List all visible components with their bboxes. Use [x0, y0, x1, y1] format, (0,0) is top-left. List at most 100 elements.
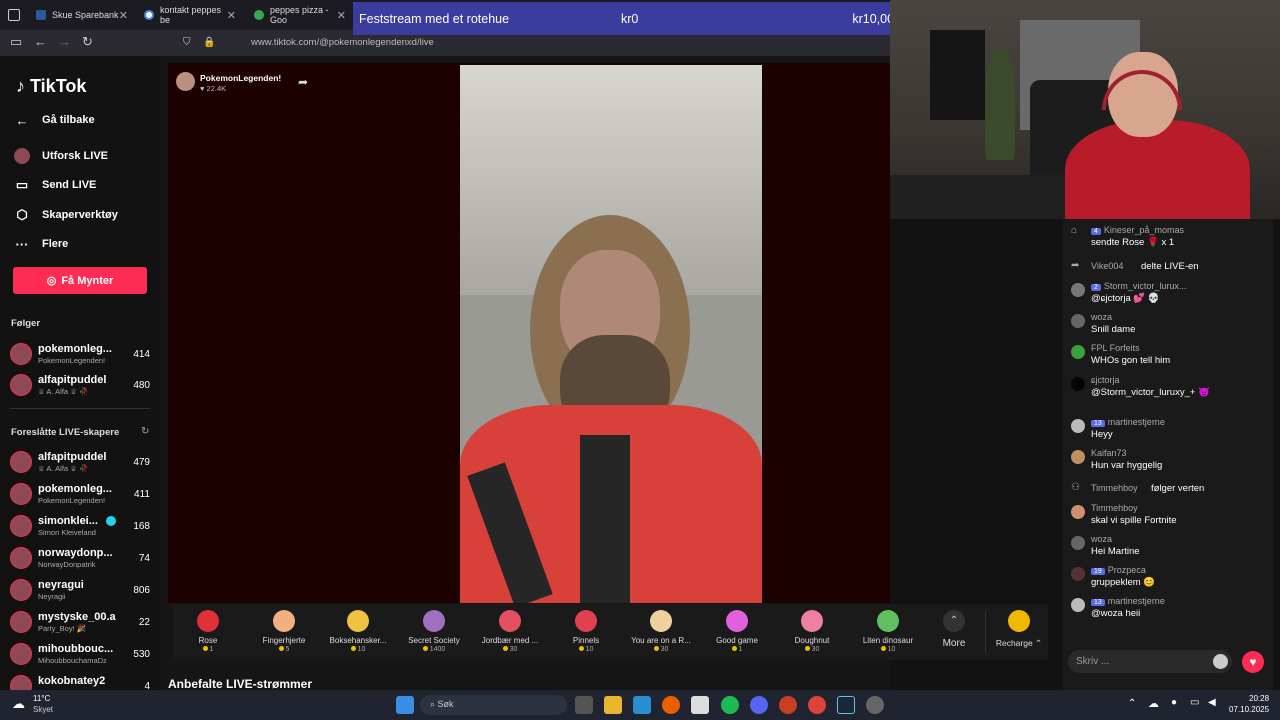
- settings-icon[interactable]: [866, 696, 884, 714]
- share-icon[interactable]: ➦: [298, 75, 308, 89]
- recharge-button[interactable]: Recharge ⌃: [987, 604, 1051, 660]
- host-avatar[interactable]: [176, 72, 195, 91]
- cloud-sync-icon[interactable]: ☁: [1148, 697, 1159, 710]
- viewer-count: 530: [133, 649, 150, 660]
- finger-heart-icon: [273, 610, 295, 632]
- photos-icon[interactable]: [633, 696, 651, 714]
- browser-tab-peppes[interactable]: peppes pizza - Goo ✕: [248, 3, 352, 27]
- avatar[interactable]: [1071, 419, 1085, 433]
- chevron-up-icon[interactable]: ⌃: [1128, 698, 1136, 709]
- chat-username[interactable]: woza: [1091, 534, 1112, 544]
- suggested-item[interactable]: neyragui Neyragii 806: [10, 577, 155, 605]
- live-video[interactable]: [460, 65, 762, 603]
- sidebar-item-more[interactable]: ··· Flere: [14, 236, 69, 252]
- sidebar-item-go-live[interactable]: ▭ Send LIVE: [14, 177, 97, 193]
- close-tab-icon[interactable]: ✕: [119, 9, 128, 22]
- sidebar-toggle-icon[interactable]: ▭: [10, 34, 22, 50]
- chat-input[interactable]: Skriv ...: [1068, 650, 1232, 673]
- avatar[interactable]: [1071, 505, 1085, 519]
- clock-time[interactable]: 20:28: [1249, 694, 1269, 703]
- gift-doughnut[interactable]: Doughnut 30: [780, 604, 844, 660]
- chat-username[interactable]: ɕjctorja: [1091, 375, 1120, 385]
- browser-tab-kontakt[interactable]: kontakt peppes be ✕: [138, 3, 242, 27]
- tab-overview-icon[interactable]: [8, 9, 20, 21]
- suggested-item[interactable]: mihoubbouc... MihoubbouchamaDz 530: [10, 641, 155, 669]
- refresh-icon[interactable]: ↻: [141, 426, 149, 437]
- chat-username[interactable]: 19 Prozpeca: [1091, 565, 1146, 575]
- avatar[interactable]: [1071, 567, 1085, 581]
- gift-good-game[interactable]: Good game 1: [705, 604, 769, 660]
- following-item[interactable]: alfapitpuddel ♕ A. Alfa ♕ 🥀 480: [10, 372, 155, 400]
- weather-temp[interactable]: 11°C: [33, 694, 50, 703]
- avatar[interactable]: [1071, 536, 1085, 550]
- gift-you-are-on-a-roll[interactable]: You are on a R... 30: [629, 604, 693, 660]
- discord-icon[interactable]: [750, 696, 768, 714]
- emoji-icon[interactable]: [1213, 654, 1228, 669]
- suggested-item[interactable]: norwaydonp... NorwayDonpatrik 74: [10, 545, 155, 573]
- chat-username[interactable]: FPL Forfeits: [1091, 343, 1140, 353]
- windows-start-icon[interactable]: [396, 696, 414, 714]
- avatar[interactable]: [1071, 345, 1085, 359]
- more-gifts-button[interactable]: ⌃ More: [922, 604, 986, 660]
- suggested-item[interactable]: simonklei... Simon Kleiveland 168: [10, 513, 155, 541]
- gift-pinnels[interactable]: Pinnels 10: [554, 604, 618, 660]
- avatar[interactable]: [1071, 598, 1085, 612]
- gift-finger-heart[interactable]: Fingerhjerte 5: [252, 604, 316, 660]
- get-coins-button[interactable]: ◎ Få Mynter: [13, 267, 147, 294]
- app-icon[interactable]: [691, 696, 709, 714]
- chat-username[interactable]: 13 martinestjerne: [1091, 596, 1165, 606]
- windows-taskbar: ☁ 11°C Skyet ⌕ Søk ⌃ ☁ ● ▭ ◀ 20:28 07.10…: [0, 690, 1280, 720]
- webcam-person-hoodie: [1065, 120, 1250, 219]
- stream-goal-banner: Feststream med et rotehue kr0 kr10,000: [353, 2, 907, 35]
- spotify-icon[interactable]: [721, 696, 739, 714]
- avatar[interactable]: [1071, 314, 1085, 328]
- suggested-item[interactable]: pokemonleg... PokemonLegenden! 411: [10, 481, 155, 509]
- chat-username[interactable]: Kaifan73: [1091, 448, 1127, 458]
- following-item[interactable]: pokemonleg... PokemonLegenden! 414: [10, 341, 155, 369]
- username-text: Prozpeca: [1107, 565, 1146, 575]
- avatar[interactable]: [1071, 283, 1085, 297]
- sidebar-item-explore-live[interactable]: Utforsk LIVE: [14, 148, 108, 164]
- file-explorer-icon[interactable]: [604, 696, 622, 714]
- back-icon[interactable]: ←: [34, 34, 47, 49]
- suggested-item[interactable]: kokobnatey2 4: [10, 673, 155, 690]
- suggested-item[interactable]: alfapitpuddel ♕ A. Alfa ♕ 🥀 479: [10, 449, 155, 477]
- clock-date[interactable]: 07.10.2025: [1229, 705, 1269, 714]
- microphone-icon[interactable]: ●: [1171, 697, 1177, 708]
- tiktok-logo[interactable]: ♪ TikTok: [16, 76, 86, 97]
- suggested-item[interactable]: mystyske_00.a Party_Boy! 🎉 22: [10, 609, 155, 637]
- chat-username[interactable]: 4 Kineser_på_momas: [1091, 225, 1184, 235]
- volume-icon[interactable]: ◀: [1208, 697, 1216, 708]
- gift-secret-society[interactable]: Secret Society 1400: [402, 604, 466, 660]
- gift-small-dinosaur[interactable]: Liten dinosaur 10: [856, 604, 920, 660]
- close-tab-icon[interactable]: ✕: [227, 9, 236, 22]
- chrome-icon[interactable]: [808, 696, 826, 714]
- chat-username[interactable]: Timmehboy: [1091, 503, 1138, 513]
- address-bar-url[interactable]: www.tiktok.com/@pokemonlegendenxd/live: [251, 37, 434, 48]
- taskbar-search[interactable]: ⌕ Søk: [420, 695, 567, 715]
- chat-username[interactable]: woza: [1091, 312, 1112, 322]
- firefox-icon[interactable]: [662, 696, 680, 714]
- gift-price: 1400: [402, 646, 466, 653]
- gift-rose[interactable]: Rose 1: [176, 604, 240, 660]
- chat-username[interactable]: Vike004: [1091, 261, 1123, 271]
- gift-strawberry[interactable]: Jordbær med ... 30: [478, 604, 542, 660]
- forward-icon[interactable]: →: [58, 34, 71, 49]
- like-heart-button[interactable]: ♥: [1242, 651, 1264, 673]
- task-view-icon[interactable]: [575, 696, 593, 714]
- chat-username[interactable]: Timmehboy: [1091, 483, 1138, 493]
- host-name[interactable]: PokemonLegenden!: [200, 73, 281, 83]
- browser-tab-skue[interactable]: Skue Sparebank ✕: [30, 3, 134, 27]
- avatar[interactable]: [1071, 450, 1085, 464]
- sidebar-item-creator-tools[interactable]: ⬡ Skaperverktøy: [14, 207, 118, 223]
- chat-username[interactable]: 13 martinestjerne: [1091, 417, 1165, 427]
- steam-icon[interactable]: [837, 696, 855, 714]
- close-tab-icon[interactable]: ✕: [337, 9, 346, 22]
- chat-username[interactable]: 2 Storm_victor_lurux...: [1091, 281, 1186, 291]
- reload-icon[interactable]: ↻: [82, 34, 93, 50]
- game-icon[interactable]: [779, 696, 797, 714]
- gift-boxing-gloves[interactable]: Boksehansker... 10: [326, 604, 390, 660]
- sidebar-item-back[interactable]: ← Gå tilbake: [14, 112, 95, 128]
- network-icon[interactable]: ▭: [1190, 697, 1199, 708]
- avatar[interactable]: [1071, 377, 1085, 391]
